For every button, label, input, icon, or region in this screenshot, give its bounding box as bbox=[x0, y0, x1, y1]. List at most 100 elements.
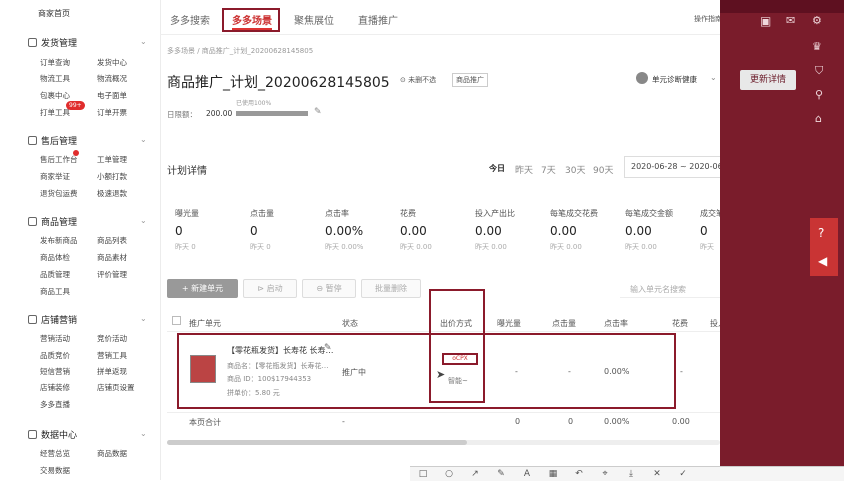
guide-link[interactable]: 操作指南 bbox=[694, 14, 722, 24]
sidebar-item-live[interactable]: 多多直播 bbox=[40, 399, 70, 410]
range-yesterday[interactable]: 昨天 bbox=[515, 163, 533, 176]
sidebar-item-logistics-overview[interactable]: 物流概况 bbox=[97, 73, 127, 84]
speaker-icon[interactable]: ◀ bbox=[818, 254, 827, 268]
sidebar-item-marketing-tools[interactable]: 营销工具 bbox=[97, 350, 127, 361]
chevron-down-icon[interactable]: ⌄ bbox=[140, 314, 147, 323]
sidebar-group-goods[interactable]: 商品管理 bbox=[28, 215, 77, 228]
close-icon[interactable]: ✕ bbox=[644, 467, 670, 481]
tab-focus-booth[interactable]: 聚焦展位 bbox=[294, 12, 334, 27]
sidebar-item-quality[interactable]: 品质管理 bbox=[40, 269, 70, 280]
cell-ctr: 0.00% bbox=[604, 367, 630, 376]
text-icon[interactable]: A bbox=[514, 467, 540, 481]
update-details-button[interactable]: 更新详情 bbox=[740, 70, 796, 90]
sidebar-item-fast-refund[interactable]: 极速退款 bbox=[97, 188, 127, 199]
product-thumbnail[interactable] bbox=[190, 355, 216, 383]
stat-sub: 昨天 0 bbox=[250, 243, 271, 251]
sidebar-item-return-shipping[interactable]: 退货包运费 bbox=[40, 188, 78, 199]
horizontal-scrollbar[interactable] bbox=[167, 440, 720, 445]
sidebar-item-order-query[interactable]: 订单查询 bbox=[40, 57, 70, 68]
sidebar-item-invoice[interactable]: 订单开票 bbox=[97, 107, 127, 118]
sidebar-item-goods-tools[interactable]: 商品工具 bbox=[40, 286, 70, 297]
confirm-icon[interactable]: ✓ bbox=[670, 467, 696, 481]
total-ctr: 0.00% bbox=[604, 417, 630, 426]
tab-live-promo[interactable]: 直播推广 bbox=[358, 12, 398, 27]
range-30days[interactable]: 30天 bbox=[565, 163, 585, 176]
pin-icon[interactable]: ⌖ bbox=[592, 467, 618, 481]
ocpx-button[interactable]: oCPX bbox=[442, 353, 478, 365]
sidebar-item-evidence[interactable]: 商家举证 bbox=[40, 171, 70, 182]
chevron-down-icon[interactable]: ⌄ bbox=[140, 135, 147, 144]
sidebar-item-goods-check[interactable]: 商品体检 bbox=[40, 252, 70, 263]
edit-icon[interactable]: ✎ bbox=[324, 343, 332, 353]
pin-icon[interactable]: ⚲ bbox=[815, 88, 823, 101]
sidebar-item-ticket[interactable]: 工单管理 bbox=[97, 154, 127, 165]
sidebar-item-quality-bid[interactable]: 品质竞价 bbox=[40, 350, 70, 361]
tab-duoduo-search[interactable]: 多多搜索 bbox=[170, 12, 210, 27]
scrollbar-thumb[interactable] bbox=[167, 440, 467, 445]
batch-delete-button[interactable]: 批量删除 bbox=[361, 279, 421, 298]
sidebar-item-goods-list[interactable]: 商品列表 bbox=[97, 235, 127, 246]
new-unit-button[interactable]: + 新建单元 bbox=[167, 279, 238, 298]
sidebar-item-bid-activity[interactable]: 竞价活动 bbox=[97, 333, 127, 344]
sidebar-item-cashback[interactable]: 拼单返现 bbox=[97, 366, 127, 377]
save-icon[interactable]: ⤓ bbox=[618, 467, 644, 481]
range-today[interactable]: 今日 bbox=[489, 163, 505, 174]
pause-button[interactable]: ⊖ 暂停 bbox=[302, 279, 356, 298]
diagnosis-label[interactable]: 单元诊断健康 bbox=[652, 74, 697, 85]
notification-icon[interactable]: ▣ bbox=[760, 14, 771, 28]
sidebar-item-publish[interactable]: 发布新商品 bbox=[40, 235, 78, 246]
sidebar-item-package-center[interactable]: 包裹中心 bbox=[40, 90, 70, 101]
chevron-down-icon[interactable]: ⌄ bbox=[140, 429, 147, 438]
sidebar-item-e-waybill[interactable]: 电子面单 bbox=[97, 90, 127, 101]
pen-icon[interactable]: ✎ bbox=[488, 467, 514, 481]
stat-label: 曝光量 bbox=[175, 209, 199, 218]
chevron-down-icon[interactable]: ⌄ bbox=[710, 73, 717, 82]
sidebar-item-small-payment[interactable]: 小额打款 bbox=[97, 171, 127, 182]
sidebar-item-marketing-activity[interactable]: 营销活动 bbox=[40, 333, 70, 344]
sidebar-item-trade-data[interactable]: 交易数据 bbox=[40, 465, 70, 476]
select-all-checkbox[interactable] bbox=[172, 316, 181, 325]
budget-progress bbox=[236, 111, 308, 116]
settings-icon[interactable]: ⚙ bbox=[812, 14, 822, 27]
sidebar-group-aftersale[interactable]: 售后管理 bbox=[28, 134, 77, 147]
plan-tag-status: ⊙ 未删不选 bbox=[400, 76, 437, 84]
range-90days[interactable]: 90天 bbox=[593, 163, 613, 176]
sidebar-group-shipping[interactable]: 发货管理 bbox=[28, 36, 77, 49]
unit-name[interactable]: 【零花瓶发货】长寿花 长寿… bbox=[227, 345, 334, 356]
sidebar-group-marketing[interactable]: 店铺营销 bbox=[28, 313, 77, 326]
sidebar-item-sms[interactable]: 短信营销 bbox=[40, 366, 70, 377]
start-button[interactable]: ⊳ 启动 bbox=[243, 279, 297, 298]
sidebar-item-page-settings[interactable]: 店铺页设置 bbox=[97, 382, 135, 393]
range-7days[interactable]: 7天 bbox=[541, 163, 556, 176]
shield-icon[interactable]: ⛉ bbox=[815, 64, 823, 78]
th-cost[interactable]: 花费 bbox=[672, 318, 688, 329]
sidebar-item-logistics-tools[interactable]: 物流工具 bbox=[40, 73, 70, 84]
undo-icon[interactable]: ↶ bbox=[566, 467, 592, 481]
circle-icon[interactable]: ○ bbox=[436, 467, 462, 481]
unit-search-placeholder: 输入单元名搜索 bbox=[630, 285, 686, 294]
help-icon[interactable]: ? bbox=[818, 226, 824, 240]
sidebar-item-shipping-center[interactable]: 发货中心 bbox=[97, 57, 127, 68]
sidebar-item-aftersale-desk[interactable]: 售后工作台 bbox=[40, 154, 78, 165]
sidebar-group-data[interactable]: 数据中心 bbox=[28, 428, 77, 441]
th-ctr[interactable]: 点击率 bbox=[604, 318, 628, 329]
edit-icon[interactable]: ✎ bbox=[314, 107, 322, 117]
message-icon[interactable]: ✉ bbox=[786, 14, 795, 27]
rect-icon[interactable]: □ bbox=[410, 467, 436, 481]
mosaic-icon[interactable]: ▦ bbox=[540, 467, 566, 481]
sidebar-item-goods-data[interactable]: 商品数据 bbox=[97, 448, 127, 459]
sidebar-item-overview[interactable]: 经营总览 bbox=[40, 448, 70, 459]
chevron-down-icon[interactable]: ⌄ bbox=[140, 216, 147, 225]
th-exposure[interactable]: 曝光量 bbox=[497, 318, 521, 329]
home-icon[interactable]: ⌂ bbox=[815, 112, 822, 125]
arrow-icon[interactable]: ↗ bbox=[462, 467, 488, 481]
chevron-down-icon[interactable]: ⌄ bbox=[140, 37, 147, 46]
sidebar-home-link[interactable]: 商家首页 bbox=[38, 8, 70, 19]
sidebar-item-reviews[interactable]: 评价管理 bbox=[97, 269, 127, 280]
sidebar-item-decoration[interactable]: 店铺装修 bbox=[40, 382, 70, 393]
th-clicks[interactable]: 点击量 bbox=[552, 318, 576, 329]
th-status[interactable]: 状态 bbox=[342, 318, 358, 329]
sidebar-item-print-tool[interactable]: 打单工具 bbox=[40, 107, 70, 118]
sidebar-item-goods-material[interactable]: 商品素材 bbox=[97, 252, 127, 263]
crown-icon[interactable]: ♛ bbox=[812, 40, 822, 53]
